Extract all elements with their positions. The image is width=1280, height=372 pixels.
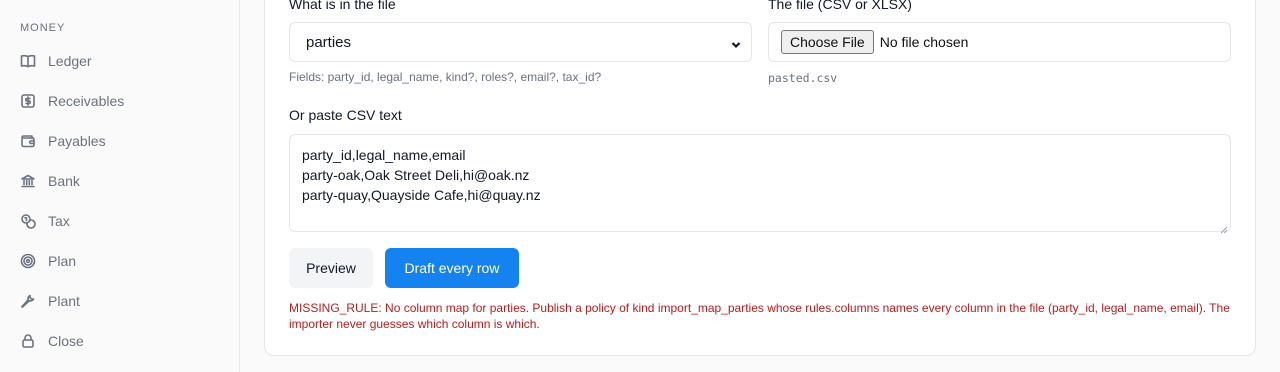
error-message: MISSING_RULE: No column map for parties.… <box>289 301 1230 331</box>
kind-label: What is in the file <box>289 0 396 12</box>
csv-line: party-oak,Oak Street Deli,hi@oak.nz <box>302 167 530 183</box>
file-input[interactable]: Choose File No file chosen <box>768 22 1231 62</box>
sidebar-item-label: Bank <box>48 173 80 189</box>
lock-icon <box>20 333 36 349</box>
sidebar-item-ledger[interactable]: Ledger <box>20 49 92 73</box>
main-content: What is in the file The file (CSV or XLS… <box>240 0 1280 372</box>
file-status: No file chosen <box>879 34 969 50</box>
sidebar-item-label: Ledger <box>48 53 92 69</box>
wallet-icon <box>20 133 36 149</box>
sidebar-item-label: Close <box>48 333 84 349</box>
sidebar-item-plan[interactable]: Plan <box>20 249 76 273</box>
sidebar-item-label: Plant <box>48 293 80 309</box>
choose-file-button[interactable]: Choose File <box>781 30 874 54</box>
sidebar-section-label: MONEY <box>20 22 66 34</box>
sidebar-item-receivables[interactable]: Receivables <box>20 89 124 113</box>
sidebar-item-bank[interactable]: Bank <box>20 169 80 193</box>
chevron-down-icon <box>731 37 741 49</box>
kind-select-value: parties <box>306 33 352 51</box>
bank-icon <box>20 173 36 189</box>
file-name: pasted.csv <box>768 71 838 85</box>
sidebar-item-payables[interactable]: Payables <box>20 129 106 153</box>
sidebar-item-label: Payables <box>48 133 106 149</box>
sidebar-item-label: Plan <box>48 253 77 269</box>
sidebar: MONEY Ledger Receivables Payables Bank T… <box>0 0 240 372</box>
target-icon <box>20 253 36 269</box>
csv-textarea[interactable]: party_id,legal_name,email party-oak,Oak … <box>289 134 1231 234</box>
kind-select[interactable]: parties <box>289 22 752 62</box>
sidebar-item-label: Receivables <box>48 93 125 109</box>
file-label: The file (CSV or XLSX) <box>768 0 912 12</box>
paste-label: Or paste CSV text <box>289 107 402 123</box>
dollar-icon <box>20 93 36 109</box>
sidebar-item-label: Tax <box>48 213 70 229</box>
sidebar-item-close[interactable]: Close <box>20 329 84 353</box>
book-icon <box>20 53 36 69</box>
sidebar-item-plant[interactable]: Plant <box>20 289 80 313</box>
preview-button[interactable]: Preview <box>289 248 373 288</box>
csv-line: party-quay,Quayside Cafe,hi@quay.nz <box>302 187 541 203</box>
draft-every-row-button[interactable]: Draft every row <box>385 248 519 288</box>
wrench-icon <box>20 293 36 309</box>
csv-line: party_id,legal_name,email <box>302 147 466 163</box>
resize-handle-icon[interactable] <box>1220 221 1228 234</box>
coins-icon <box>20 213 36 229</box>
kind-hint: Fields: party_id, legal_name, kind?, rol… <box>289 70 602 84</box>
sidebar-item-tax[interactable]: Tax <box>20 209 70 233</box>
